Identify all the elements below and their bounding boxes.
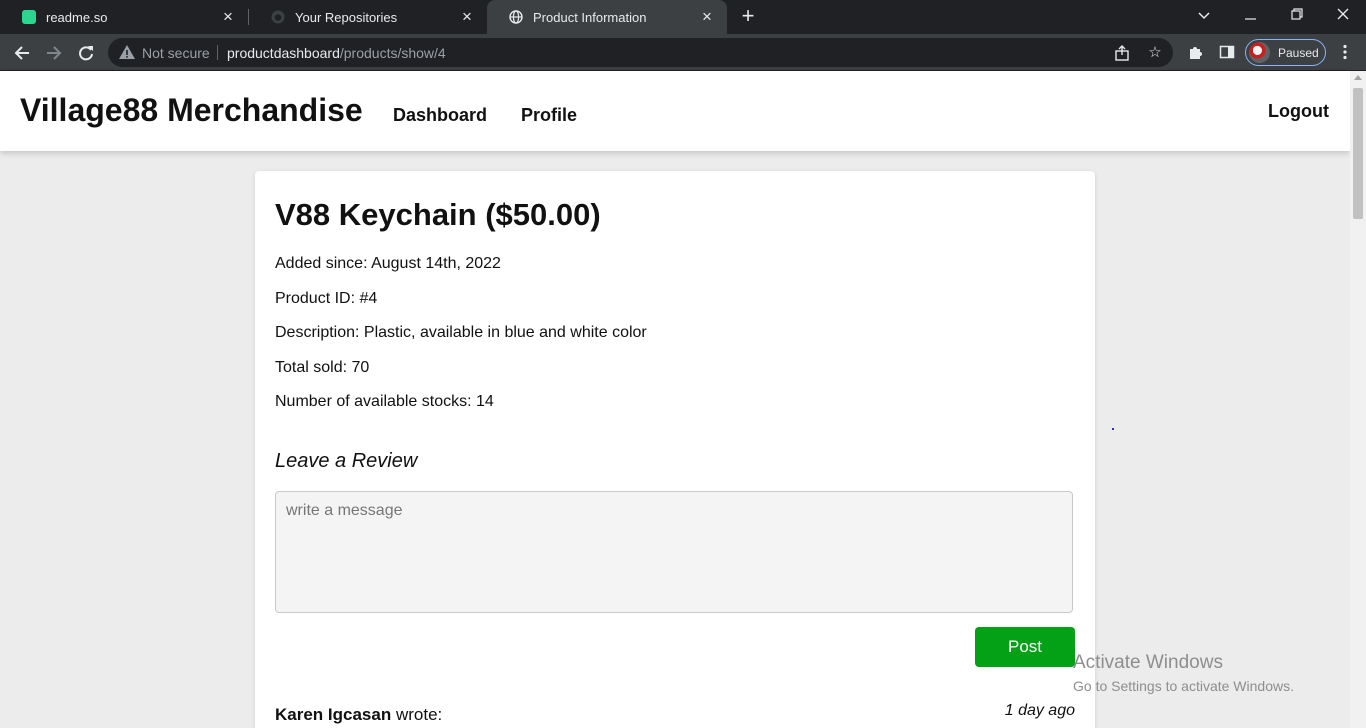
- extensions-puzzle-icon[interactable]: [1185, 42, 1205, 62]
- product-description: Description: Plastic, available in blue …: [275, 324, 647, 341]
- url-path: /products/show/4: [339, 45, 446, 61]
- nav-profile-link[interactable]: Profile: [521, 105, 577, 126]
- scroll-up-arrow-icon[interactable]: [1354, 75, 1362, 80]
- browser-tab-strip: readme.so × Your Repositories × Product …: [0, 0, 1366, 34]
- product-stock: Number of available stocks: 14: [275, 393, 494, 410]
- avatar: [1249, 42, 1270, 63]
- window-close-icon[interactable]: [1320, 0, 1366, 32]
- close-icon[interactable]: ×: [699, 8, 715, 25]
- profile-status-label: Paused: [1278, 45, 1319, 60]
- close-icon[interactable]: ×: [459, 8, 475, 25]
- review-author-line: Karen Igcasan wrote:: [275, 705, 442, 725]
- url-host: productdashboard: [227, 45, 340, 61]
- more-menu-icon[interactable]: [1335, 42, 1355, 62]
- scrollbar-thumb[interactable]: [1353, 88, 1363, 219]
- readme-favicon-icon: [22, 10, 36, 24]
- warning-triangle-icon[interactable]: [118, 43, 136, 61]
- site-brand[interactable]: Village88 Merchandise: [20, 92, 363, 129]
- windows-activation-watermark: Activate Windows Go to Settings to activ…: [1073, 652, 1294, 694]
- watermark-subtitle: Go to Settings to activate Windows.: [1073, 678, 1294, 694]
- review-message-input[interactable]: [275, 491, 1073, 613]
- tab-your-repositories[interactable]: Your Repositories ×: [249, 0, 487, 34]
- product-id: Product ID: #4: [275, 290, 378, 307]
- bookmark-star-icon[interactable]: ☆: [1145, 43, 1165, 63]
- new-tab-plus-icon[interactable]: +: [737, 5, 759, 27]
- stray-dot: [1112, 428, 1114, 430]
- globe-icon: [509, 10, 523, 24]
- browser-toolbar: Not secure productdashboard/products/sho…: [0, 34, 1366, 71]
- product-card: V88 Keychain ($50.00) Added since: Augus…: [255, 171, 1095, 728]
- share-icon[interactable]: [1112, 43, 1132, 63]
- nav-dashboard-link[interactable]: Dashboard: [393, 105, 487, 126]
- side-panel-icon[interactable]: [1217, 42, 1237, 62]
- restore-icon[interactable]: [1274, 0, 1320, 32]
- product-added-date: Added since: August 14th, 2022: [275, 255, 501, 272]
- logout-link[interactable]: Logout: [1268, 101, 1329, 122]
- security-status-text[interactable]: Not secure: [142, 45, 210, 61]
- profile-button[interactable]: Paused: [1245, 39, 1326, 66]
- product-title: V88 Keychain ($50.00): [275, 197, 601, 232]
- site-header: Village88 Merchandise Dashboard Profile …: [0, 71, 1350, 151]
- address-bar[interactable]: Not secure productdashboard/products/sho…: [108, 38, 1173, 67]
- reload-icon[interactable]: [73, 40, 99, 66]
- tab-label: readme.so: [46, 9, 108, 25]
- omnibox-divider: [217, 45, 218, 60]
- forward-arrow-icon[interactable]: [41, 40, 67, 66]
- back-arrow-icon[interactable]: [9, 40, 35, 66]
- minimize-icon[interactable]: [1228, 0, 1274, 32]
- review-timestamp: 1 day ago: [1004, 702, 1075, 719]
- post-review-button[interactable]: Post: [975, 627, 1075, 667]
- review-author-suffix: wrote:: [391, 705, 443, 724]
- tab-readme[interactable]: readme.so ×: [0, 0, 248, 34]
- tab-product-information[interactable]: Product Information ×: [487, 0, 727, 34]
- product-total-sold: Total sold: 70: [275, 359, 370, 376]
- review-heading: Leave a Review: [275, 450, 418, 472]
- tab-label: Product Information: [533, 9, 647, 25]
- tab-search-chevron-icon[interactable]: [1181, 0, 1227, 32]
- url-text[interactable]: productdashboard/products/show/4: [227, 45, 446, 61]
- github-icon: [271, 10, 285, 24]
- tab-label: Your Repositories: [295, 9, 398, 25]
- page-scrollbar[interactable]: [1350, 71, 1366, 728]
- watermark-title: Activate Windows: [1073, 652, 1223, 673]
- close-icon[interactable]: ×: [220, 8, 236, 25]
- review-author-name: Karen Igcasan: [275, 705, 392, 724]
